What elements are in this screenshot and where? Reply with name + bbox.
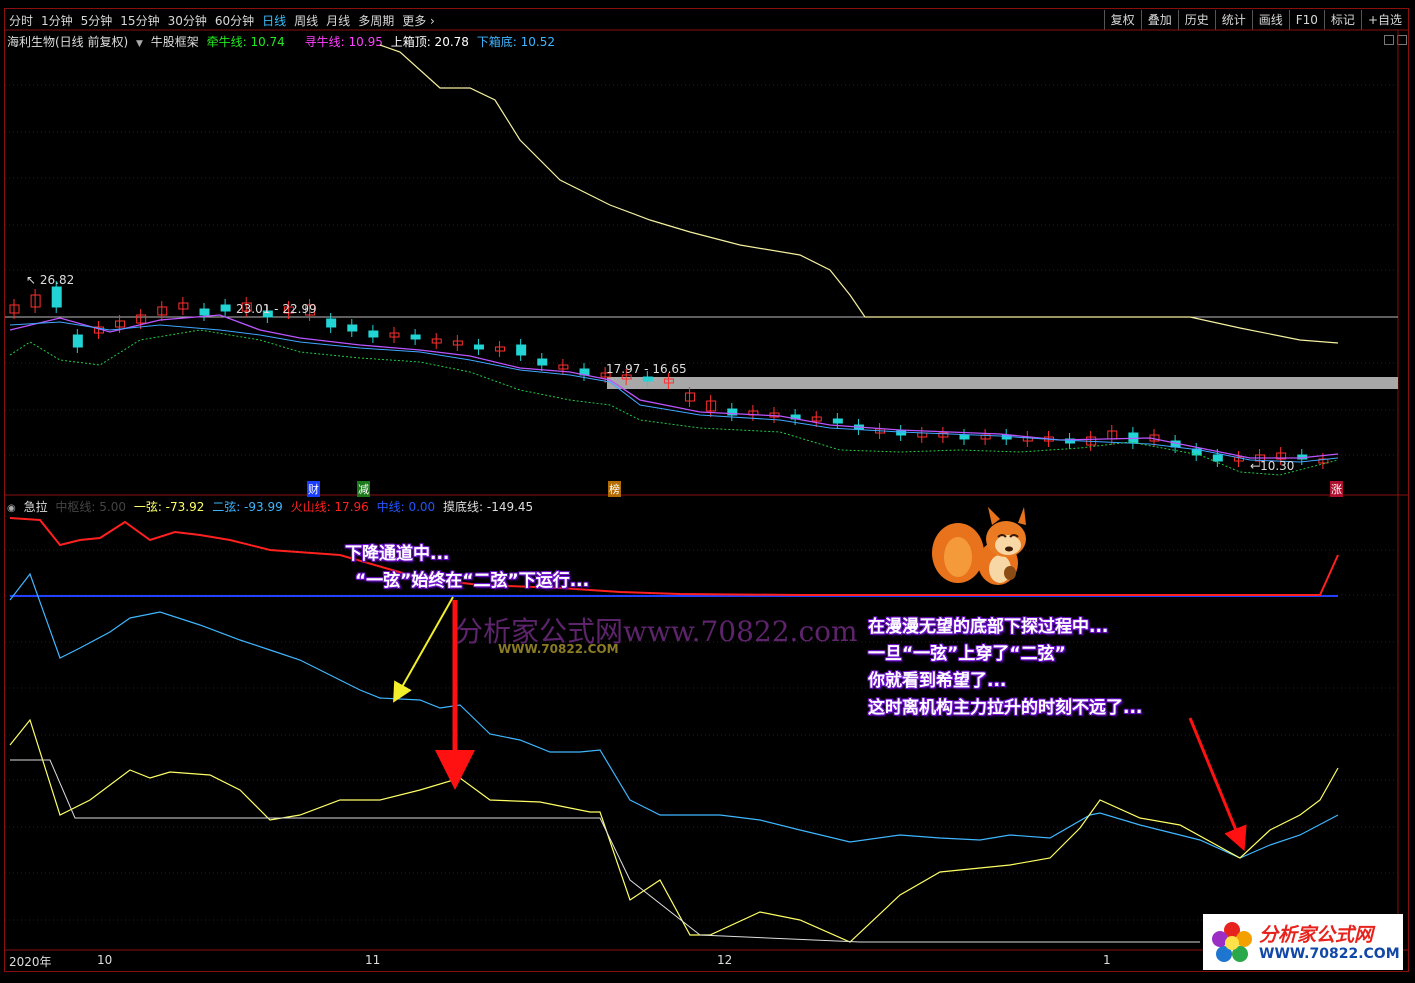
- annotation-right-line3: 你就看到希望了...: [868, 671, 1007, 691]
- toolbar-button-1[interactable]: 叠加: [1140, 10, 1178, 30]
- main-indicator-info: 海利生物(日线 前复权) ▼ 牛股框架 牵牛线: 10.74 寻牛线: 10.9…: [7, 33, 559, 49]
- period-tab-3[interactable]: 15分钟: [116, 12, 163, 29]
- period-tab-4[interactable]: 30分钟: [164, 12, 211, 29]
- period-tab-10[interactable]: 更多 ›: [398, 12, 439, 29]
- low-price-mark: ←10.30: [1250, 459, 1295, 473]
- sub-collapse-icon[interactable]: ◉: [7, 503, 16, 514]
- squirrel-mascot-icon: [932, 507, 1026, 585]
- upper-box-value: 上箱顶: 20.78: [390, 35, 469, 49]
- sub-indicator-name[interactable]: 急拉: [24, 500, 48, 514]
- toolbar-button-3[interactable]: 统计: [1214, 10, 1252, 30]
- lower-box-value: 下箱底: 10.52: [476, 35, 555, 49]
- xunniu-value: 寻牛线: 10.95: [304, 35, 383, 49]
- annotation-right: 在漫漫无望的底部下探过程中... 一旦“一弦”上穿了“二弦” 你就看到希望了..…: [868, 614, 1142, 722]
- date-label-11: 11: [365, 953, 381, 967]
- period-tab-1[interactable]: 1分钟: [37, 12, 77, 29]
- low-price-value: 10.30: [1260, 459, 1295, 473]
- logo-title: 分析家公式网: [1259, 924, 1374, 946]
- period-tab-0[interactable]: 分时: [5, 12, 37, 29]
- date-label-12: 12: [717, 953, 733, 967]
- annotation-right-line1: 在漫漫无望的底部下探过程中...: [868, 617, 1109, 637]
- toolbar-button-5[interactable]: F10: [1288, 10, 1324, 30]
- toolbar-button-7[interactable]: +自选: [1360, 10, 1408, 30]
- minimize-icon[interactable]: [1384, 35, 1394, 45]
- zhongxian-value: 中线: 0.00: [376, 500, 436, 514]
- date-label-10: 10: [97, 953, 113, 967]
- toolbar-button-6[interactable]: 标记: [1323, 10, 1361, 30]
- date-label-1: 1: [1103, 953, 1111, 967]
- flower-logo-icon: [1212, 922, 1252, 962]
- period-tabs: 分时 1分钟 5分钟 15分钟 30分钟 60分钟 日线 周线 月线 多周期 更多 ›: [5, 12, 439, 29]
- huoshan-value: 火山线: 17.96: [290, 500, 369, 514]
- toolbar-button-2[interactable]: 历史: [1177, 10, 1215, 30]
- stock-title: 海利生物(日线 前复权): [7, 35, 129, 49]
- period-tab-5[interactable]: 60分钟: [211, 12, 258, 29]
- date-axis: 2020年 10 11 12 1: [5, 952, 1408, 970]
- modi-value: 摸底线: -149.45: [443, 500, 534, 514]
- watermark-sub: WWW.70822.COM: [498, 642, 619, 656]
- event-tag-bang[interactable]: 榜: [608, 481, 621, 497]
- range-mark-1: 23.01 - 22.99: [236, 302, 317, 316]
- site-logo: 分析家公式网 WWW.70822.COM: [1203, 914, 1403, 970]
- toolbar-right-buttons: 复权 叠加 历史 统计 画线 F10 标记 +自选: [1103, 10, 1408, 30]
- annotation-left-line1: 下降通道中...: [345, 544, 450, 564]
- range-mark-2: 17.97 - 16.65: [606, 362, 687, 376]
- period-tab-2[interactable]: 5分钟: [77, 12, 117, 29]
- toolbar-button-0[interactable]: 复权: [1103, 10, 1141, 30]
- high-price-value: 26.82: [39, 273, 75, 287]
- logo-url: WWW.70822.COM: [1259, 946, 1400, 962]
- indicator-name[interactable]: 牛股框架: [151, 35, 199, 49]
- erxian-value: 二弦: -93.99: [212, 500, 283, 514]
- period-toolbar: 分时 1分钟 5分钟 15分钟 30分钟 60分钟 日线 周线 月线 多周期 更多 › 复权 叠加 历史…: [5, 10, 1408, 30]
- sub-indicator-info: ◉ 急拉 中枢线: 5.00 一弦: -73.92 二弦: -93.99 火山线…: [7, 498, 537, 514]
- annotation-right-line4: 这时离机构主力拉升的时刻不远了...: [868, 698, 1143, 718]
- period-tab-6[interactable]: 日线: [258, 12, 290, 29]
- dropdown-arrow-icon[interactable]: ▼: [136, 39, 143, 49]
- zhongshu-value: 中枢线: 5.00: [55, 500, 126, 514]
- period-tab-7[interactable]: 周线: [290, 12, 322, 29]
- event-tag-cai[interactable]: 财: [307, 481, 320, 497]
- yixian-value: 一弦: -73.92: [133, 500, 205, 514]
- high-price-mark: ↖ 26.82: [26, 273, 75, 287]
- period-tab-8[interactable]: 月线: [322, 12, 354, 29]
- qianniu-value: 牵牛线: 10.74: [206, 35, 285, 49]
- annotation-left: 下降通道中... “一弦”始终在“二弦”下运行...: [345, 541, 589, 595]
- chart-frame: [4, 8, 1409, 972]
- event-tag-jian[interactable]: 减: [357, 481, 370, 497]
- annotation-right-line2: 一旦“一弦”上穿了“二弦”: [868, 644, 1066, 664]
- annotation-left-line2: “一弦”始终在“二弦”下运行...: [355, 571, 590, 591]
- event-tag-zhang[interactable]: 涨: [1330, 481, 1343, 497]
- period-tab-9[interactable]: 多周期: [354, 12, 398, 29]
- close-icon[interactable]: [1397, 35, 1407, 45]
- date-label-2020: 2020年: [9, 955, 52, 969]
- toolbar-button-4[interactable]: 画线: [1251, 10, 1289, 30]
